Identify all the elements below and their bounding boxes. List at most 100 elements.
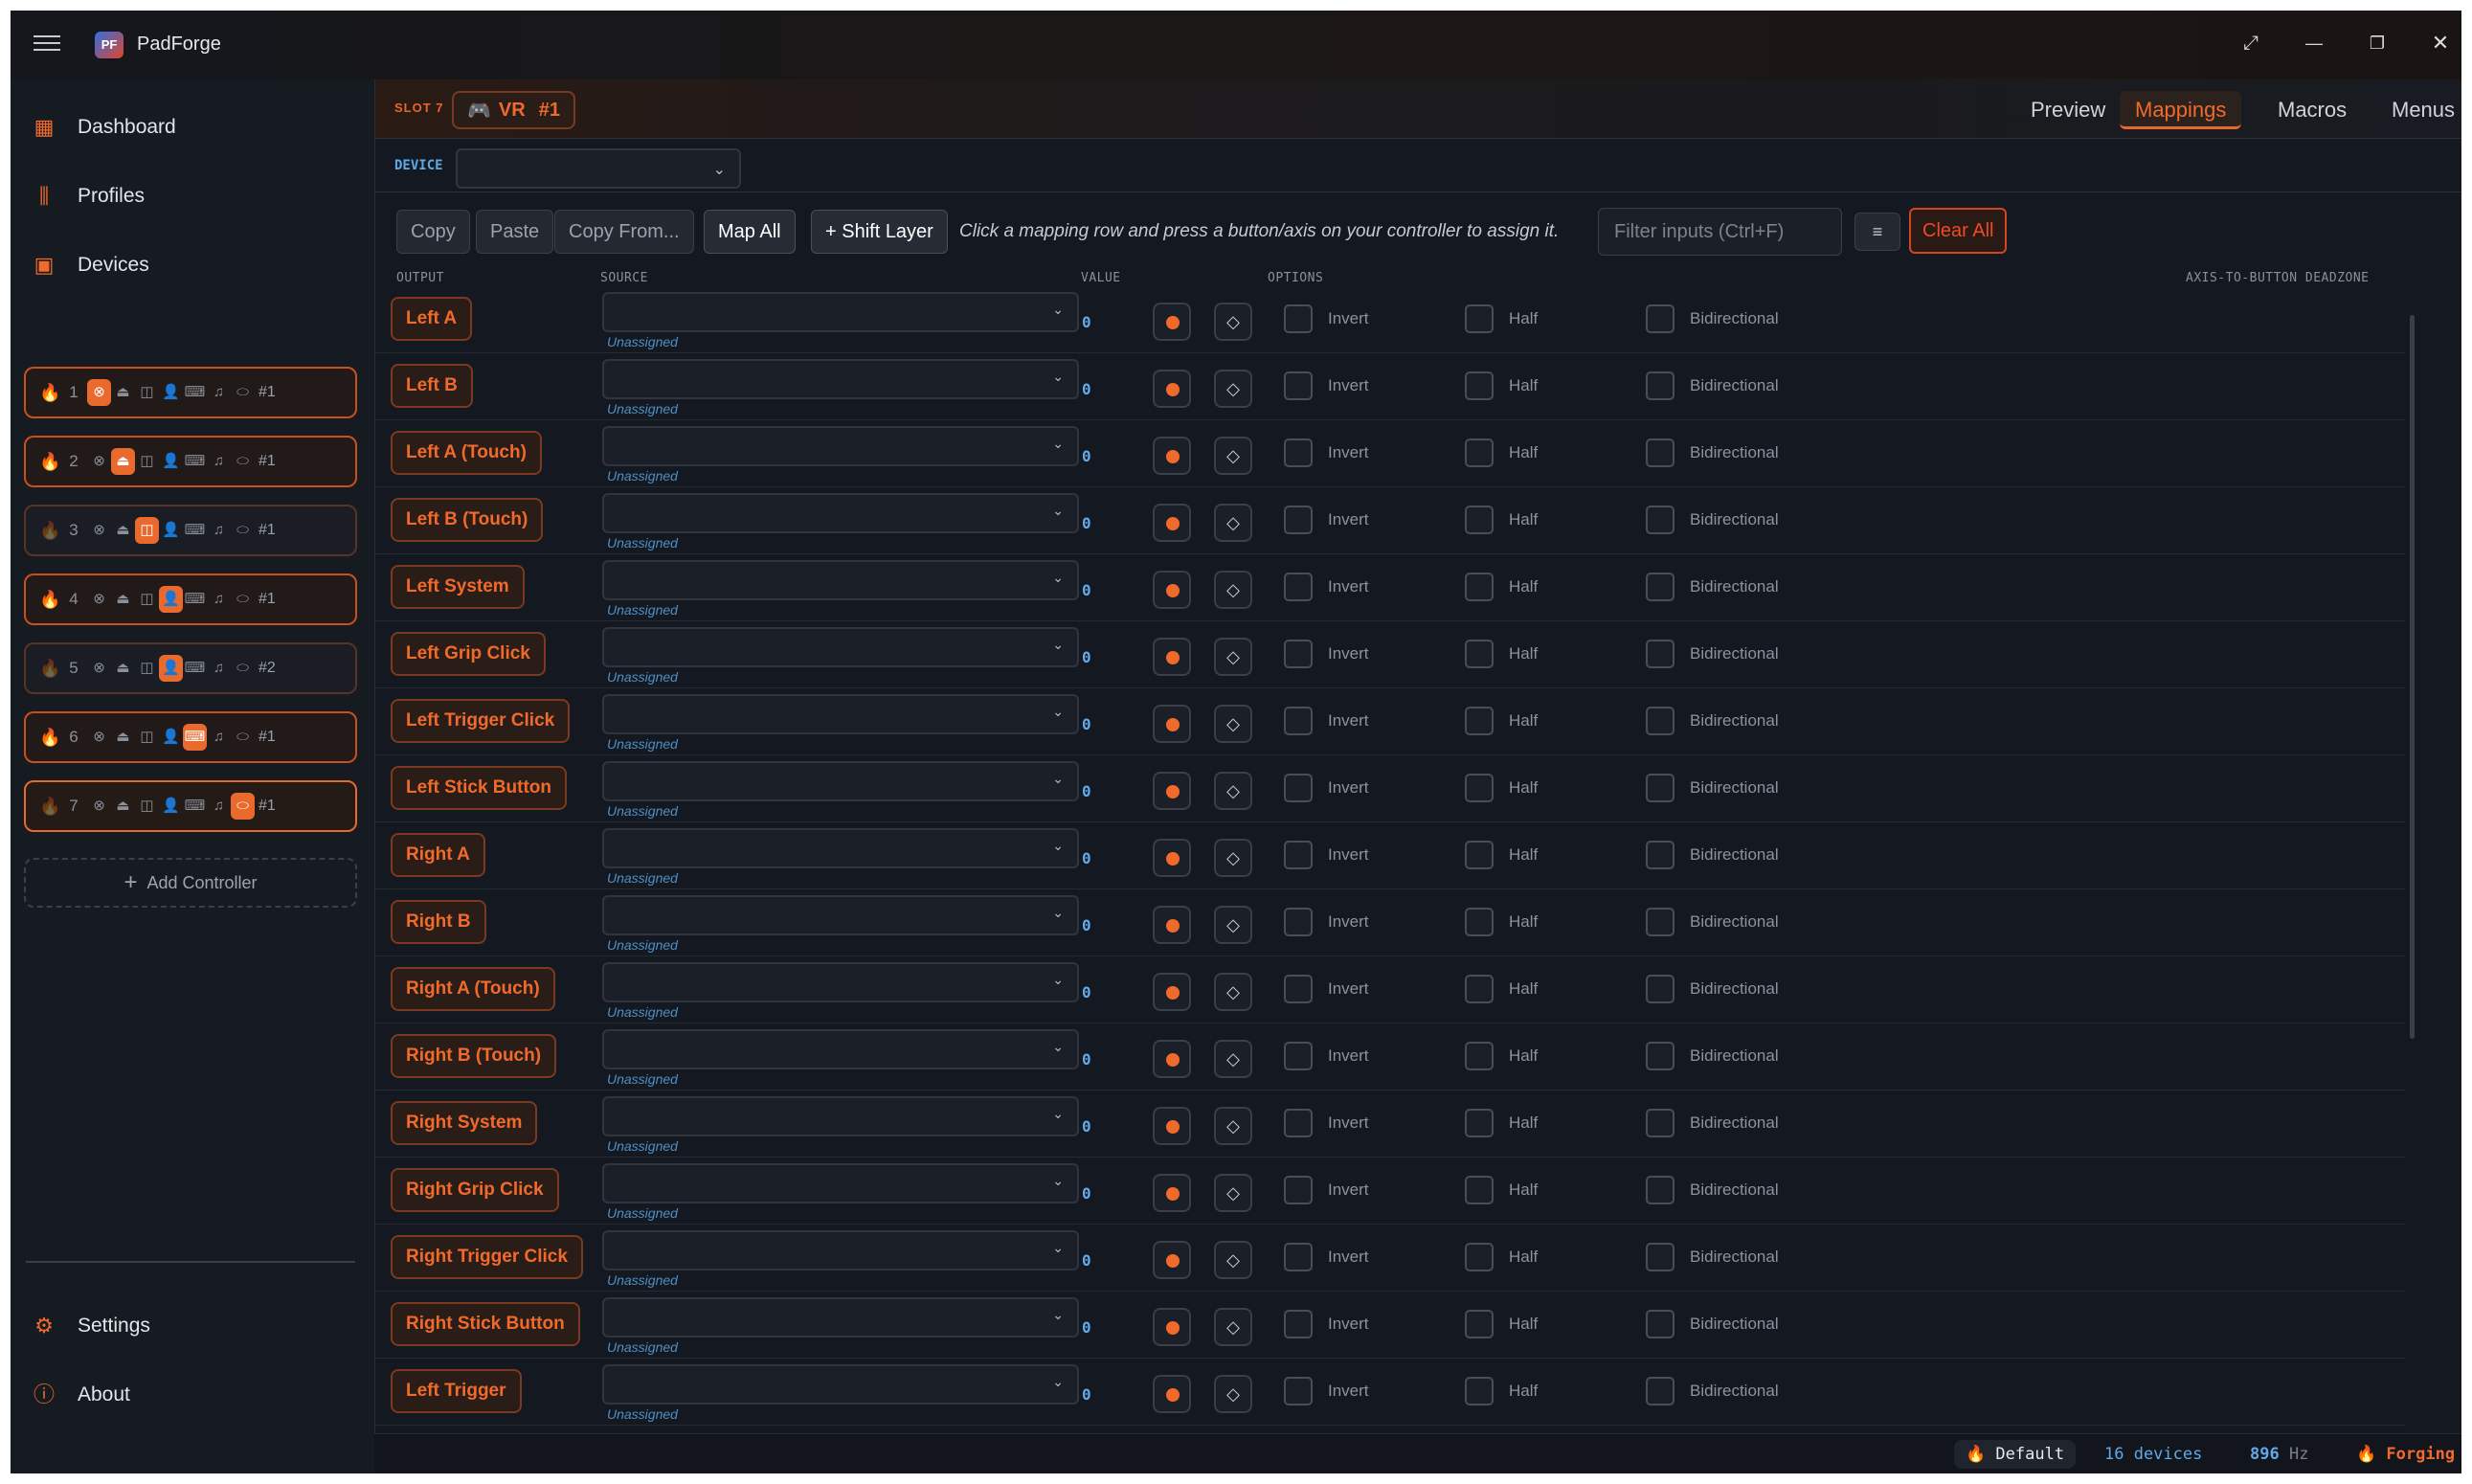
source-select[interactable]: ⌄ — [602, 1096, 1079, 1136]
output-button[interactable]: Right Trigger Click — [391, 1235, 583, 1279]
controller-slot-7[interactable]: 🔥 7 ⊗ ⏏ ◫ 👤 ⌨ ♫ ⬭ #1 — [24, 780, 357, 832]
xbox-icon[interactable]: ⊗ — [87, 793, 111, 820]
switch-icon[interactable]: ◫ — [135, 724, 159, 751]
source-select[interactable]: ⌄ — [602, 828, 1079, 868]
source-select[interactable]: ⌄ — [602, 694, 1079, 734]
bidirectional-checkbox[interactable] — [1646, 573, 1674, 601]
invert-option[interactable]: Invert — [1284, 1109, 1369, 1137]
invert-option[interactable]: Invert — [1284, 707, 1369, 735]
xbox-icon[interactable]: ⊗ — [87, 517, 111, 544]
expand-icon[interactable]: ⤢ — [2230, 24, 2272, 62]
switch-icon[interactable]: ◫ — [135, 793, 159, 820]
device-select[interactable]: ⌄ — [456, 148, 741, 189]
playstation-icon[interactable]: ⏏ — [111, 448, 135, 475]
record-button[interactable] — [1153, 1174, 1191, 1212]
record-button[interactable] — [1153, 303, 1191, 341]
eraser-icon[interactable]: ◇ — [1214, 973, 1252, 1011]
invert-checkbox[interactable] — [1284, 640, 1313, 668]
bidirectional-checkbox[interactable] — [1646, 975, 1674, 1003]
output-button[interactable]: Left Stick Button — [391, 766, 567, 810]
bidirectional-option[interactable]: Bidirectional — [1646, 1243, 1779, 1271]
scrollbar[interactable] — [2410, 315, 2415, 1039]
half-option[interactable]: Half — [1465, 1042, 1538, 1070]
bidirectional-option[interactable]: Bidirectional — [1646, 573, 1779, 601]
bidirectional-checkbox[interactable] — [1646, 1377, 1674, 1405]
half-checkbox[interactable] — [1465, 1042, 1494, 1070]
eraser-icon[interactable]: ◇ — [1214, 1241, 1252, 1279]
invert-option[interactable]: Invert — [1284, 506, 1369, 534]
half-checkbox[interactable] — [1465, 707, 1494, 735]
source-select[interactable]: ⌄ — [602, 359, 1079, 399]
invert-checkbox[interactable] — [1284, 1243, 1313, 1271]
tab-menus[interactable]: Menus — [2376, 91, 2461, 129]
output-button[interactable]: Right System — [391, 1101, 538, 1145]
mapping-row[interactable]: Left B ⌄ Unassigned 0 ◇ Invert Half Bidirection… — [375, 353, 2405, 420]
bidirectional-checkbox[interactable] — [1646, 304, 1674, 333]
person-icon[interactable]: 👤 — [159, 724, 183, 751]
keyboard-icon[interactable]: ⌨ — [183, 655, 207, 682]
midi-icon[interactable]: ♫ — [207, 724, 231, 751]
output-button[interactable]: Left B — [391, 364, 473, 408]
bidirectional-option[interactable]: Bidirectional — [1646, 371, 1779, 400]
keyboard-icon[interactable]: ⌨ — [183, 448, 207, 475]
map-all-button[interactable]: Map All — [704, 210, 796, 254]
nav-settings[interactable]: ⚙ Settings — [32, 1305, 150, 1347]
bidirectional-checkbox[interactable] — [1646, 640, 1674, 668]
half-option[interactable]: Half — [1465, 841, 1538, 869]
half-option[interactable]: Half — [1465, 573, 1538, 601]
bidirectional-option[interactable]: Bidirectional — [1646, 975, 1779, 1003]
output-button[interactable]: Right B — [391, 900, 486, 944]
output-button[interactable]: Left B (Touch) — [391, 498, 544, 542]
half-checkbox[interactable] — [1465, 1243, 1494, 1271]
mapping-row[interactable]: Left A ⌄ Unassigned 0 ◇ Invert Half Bidirection… — [375, 286, 2405, 353]
bidirectional-checkbox[interactable] — [1646, 1243, 1674, 1271]
half-checkbox[interactable] — [1465, 975, 1494, 1003]
invert-checkbox[interactable] — [1284, 1109, 1313, 1137]
bidirectional-option[interactable]: Bidirectional — [1646, 1310, 1779, 1338]
half-checkbox[interactable] — [1465, 506, 1494, 534]
record-button[interactable] — [1153, 1375, 1191, 1413]
bidirectional-checkbox[interactable] — [1646, 774, 1674, 802]
bidirectional-option[interactable]: Bidirectional — [1646, 1176, 1779, 1204]
xbox-icon[interactable]: ⊗ — [87, 448, 111, 475]
half-checkbox[interactable] — [1465, 573, 1494, 601]
mapping-row[interactable]: Left B (Touch) ⌄ Unassigned 0 ◇ Invert Half Bid… — [375, 487, 2405, 554]
record-button[interactable] — [1153, 571, 1191, 609]
person-icon[interactable]: 👤 — [159, 586, 183, 613]
bidirectional-option[interactable]: Bidirectional — [1646, 506, 1779, 534]
record-button[interactable] — [1153, 1107, 1191, 1145]
half-checkbox[interactable] — [1465, 1109, 1494, 1137]
record-button[interactable] — [1153, 437, 1191, 475]
bidirectional-option[interactable]: Bidirectional — [1646, 707, 1779, 735]
invert-option[interactable]: Invert — [1284, 1176, 1369, 1204]
nav-devices[interactable]: ▣ Devices — [32, 244, 149, 286]
invert-checkbox[interactable] — [1284, 573, 1313, 601]
playstation-icon[interactable]: ⏏ — [111, 724, 135, 751]
midi-icon[interactable]: ♫ — [207, 655, 231, 682]
record-button[interactable] — [1153, 638, 1191, 676]
output-button[interactable]: Left A (Touch) — [391, 431, 542, 475]
hamburger-menu-icon[interactable] — [34, 35, 60, 55]
mapping-row[interactable]: Left A (Touch) ⌄ Unassigned 0 ◇ Invert Half Bid… — [375, 420, 2405, 487]
copy-button[interactable]: Copy — [396, 210, 470, 254]
eraser-icon[interactable]: ◇ — [1214, 906, 1252, 944]
eraser-icon[interactable]: ◇ — [1214, 504, 1252, 542]
vr-icon[interactable]: ⬭ — [231, 793, 255, 820]
invert-checkbox[interactable] — [1284, 506, 1313, 534]
half-option[interactable]: Half — [1465, 975, 1538, 1003]
source-select[interactable]: ⌄ — [602, 426, 1079, 466]
bidirectional-option[interactable]: Bidirectional — [1646, 1042, 1779, 1070]
midi-icon[interactable]: ♫ — [207, 793, 231, 820]
invert-option[interactable]: Invert — [1284, 1042, 1369, 1070]
eraser-icon[interactable]: ◇ — [1214, 370, 1252, 408]
tab-preview[interactable]: Preview — [2015, 91, 2121, 129]
nav-profiles[interactable]: ⫼ Profiles — [32, 175, 145, 217]
half-option[interactable]: Half — [1465, 908, 1538, 936]
half-option[interactable]: Half — [1465, 1377, 1538, 1405]
mapping-row[interactable]: Left Trigger Click ⌄ Unassigned 0 ◇ Invert Hal… — [375, 688, 2405, 755]
filter-input[interactable]: Filter inputs (Ctrl+F) — [1598, 208, 1842, 256]
invert-checkbox[interactable] — [1284, 1310, 1313, 1338]
eraser-icon[interactable]: ◇ — [1214, 1375, 1252, 1413]
nav-dashboard[interactable]: ▦ Dashboard — [32, 106, 176, 148]
bidirectional-checkbox[interactable] — [1646, 707, 1674, 735]
